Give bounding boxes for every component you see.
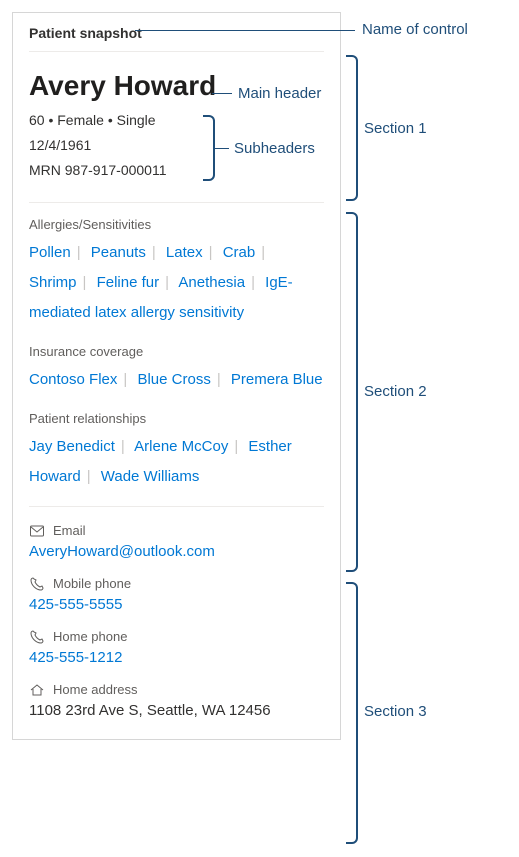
list-item-link[interactable]: Latex bbox=[166, 244, 203, 261]
section-1: Avery Howard 60 • Female • Single 12/4/1… bbox=[13, 52, 340, 202]
separator: | bbox=[77, 244, 81, 261]
separator: | bbox=[83, 274, 87, 291]
insurance-label: Insurance coverage bbox=[29, 344, 324, 359]
annotation-main-header: Main header bbox=[238, 85, 321, 102]
mail-icon bbox=[29, 523, 45, 539]
section-3: Email AveryHoward@outlook.com Mobile pho… bbox=[13, 507, 340, 739]
relationships-group: Patient relationships Jay Benedict | Arle… bbox=[29, 411, 324, 492]
home-phone-item: Home phone 425-555-1212 bbox=[29, 629, 324, 666]
mobile-label: Mobile phone bbox=[53, 576, 131, 591]
separator: | bbox=[123, 371, 127, 388]
mobile-link[interactable]: 425-555-5555 bbox=[29, 596, 324, 613]
allergies-group: Allergies/Sensitivities Pollen| Peanuts|… bbox=[29, 217, 324, 328]
allergies-label: Allergies/Sensitivities bbox=[29, 217, 324, 232]
mobile-item: Mobile phone 425-555-5555 bbox=[29, 576, 324, 613]
list-item-link[interactable]: Crab bbox=[223, 244, 256, 261]
email-label: Email bbox=[53, 523, 86, 538]
relationships-list: Jay Benedict| Arlene McCoy| Esther Howar… bbox=[29, 432, 324, 492]
annotation-section1: Section 1 bbox=[364, 120, 427, 137]
allergies-list: Pollen| Peanuts| Latex| Crab| Shrimp| Fe… bbox=[29, 238, 324, 328]
annotation-line bbox=[212, 93, 232, 94]
patient-mrn: MRN 987-917-000011 bbox=[29, 158, 324, 183]
annotation-section2: Section 2 bbox=[364, 383, 427, 400]
insurance-list: Contoso Flex | Blue Cross | Premera Blue bbox=[29, 365, 324, 395]
annotation-bracket bbox=[203, 115, 215, 181]
separator: | bbox=[165, 274, 169, 291]
card-title: Patient snapshot bbox=[13, 13, 340, 51]
annotation-bracket bbox=[346, 212, 358, 572]
separator: | bbox=[87, 468, 91, 485]
annotation-subheaders: Subheaders bbox=[234, 140, 315, 157]
separator: | bbox=[152, 244, 156, 261]
annotation-line bbox=[135, 30, 355, 31]
separator: | bbox=[209, 244, 213, 261]
home-phone-link[interactable]: 425-555-1212 bbox=[29, 649, 324, 666]
list-item-link[interactable]: Shrimp bbox=[29, 274, 77, 291]
home-phone-label: Home phone bbox=[53, 629, 127, 644]
list-item-link[interactable]: Contoso Flex bbox=[29, 371, 117, 388]
annotation-bracket bbox=[346, 582, 358, 844]
list-item-link[interactable]: Premera Blue bbox=[231, 371, 323, 388]
phone-icon bbox=[29, 576, 45, 592]
relationships-label: Patient relationships bbox=[29, 411, 324, 426]
email-item: Email AveryHoward@outlook.com bbox=[29, 523, 324, 560]
list-item-link[interactable]: Wade Williams bbox=[101, 468, 200, 485]
phone-icon bbox=[29, 629, 45, 645]
separator: | bbox=[217, 371, 221, 388]
address-label: Home address bbox=[53, 682, 138, 697]
annotation-name-of-control: Name of control bbox=[362, 21, 468, 38]
list-item-link[interactable]: Pollen bbox=[29, 244, 71, 261]
list-item-link[interactable]: Arlene McCoy bbox=[134, 438, 228, 455]
list-item-link[interactable]: Peanuts bbox=[91, 244, 146, 261]
insurance-group: Insurance coverage Contoso Flex | Blue Cr… bbox=[29, 344, 324, 395]
home-icon bbox=[29, 682, 45, 698]
annotation-section3: Section 3 bbox=[364, 703, 427, 720]
address-value: 1108 23rd Ave S, Seattle, WA 12456 bbox=[29, 702, 324, 719]
list-item-link[interactable]: Blue Cross bbox=[137, 371, 210, 388]
section-2: Allergies/Sensitivities Pollen| Peanuts|… bbox=[13, 203, 340, 506]
annotation-line bbox=[215, 148, 229, 149]
patient-demographics: 60 • Female • Single bbox=[29, 108, 324, 133]
list-item-link[interactable]: Anethesia bbox=[178, 274, 245, 291]
separator: | bbox=[234, 438, 238, 455]
list-item-link[interactable]: Feline fur bbox=[97, 274, 160, 291]
email-link[interactable]: AveryHoward@outlook.com bbox=[29, 543, 324, 560]
separator: | bbox=[121, 438, 125, 455]
separator: | bbox=[251, 274, 255, 291]
address-item: Home address 1108 23rd Ave S, Seattle, W… bbox=[29, 682, 324, 719]
annotation-bracket bbox=[346, 55, 358, 201]
separator: | bbox=[261, 244, 265, 261]
patient-snapshot-card: Patient snapshot Avery Howard 60 • Femal… bbox=[12, 12, 341, 740]
list-item-link[interactable]: Jay Benedict bbox=[29, 438, 115, 455]
